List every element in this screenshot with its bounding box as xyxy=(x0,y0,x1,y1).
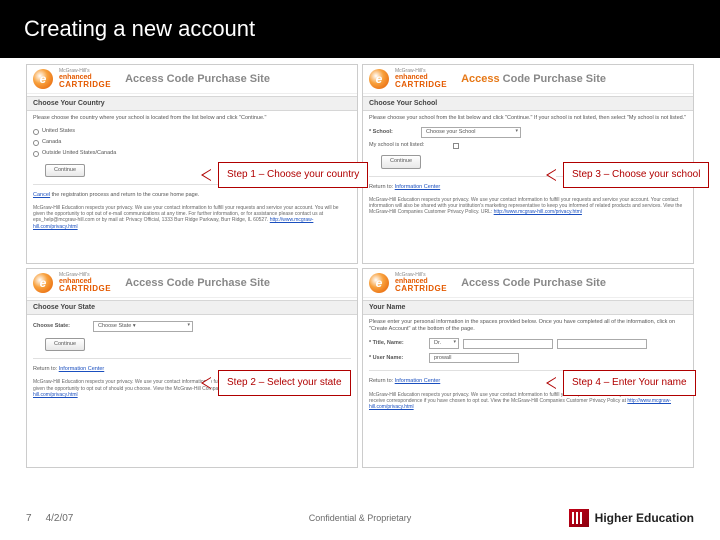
radio-ca-label: Canada xyxy=(42,139,61,146)
panel2-body: Choose State: Choose State ▾ Continue xyxy=(27,315,357,355)
panel2-section-head: Choose Your State xyxy=(27,300,357,315)
callout-step4: Step 4 – Enter Your name xyxy=(563,370,696,396)
panel1-instr: Please choose the country where your sch… xyxy=(33,115,351,122)
cartridge-logo-text: McGraw-Hill's enhanced CARTRIDGE xyxy=(395,69,447,89)
title-rest: Code Purchase Site xyxy=(500,73,606,85)
cancel-link[interactable]: Cancel xyxy=(33,192,50,198)
cartridge-logo-icon: e xyxy=(33,273,53,293)
cartridge-logo-text: McGraw-Hill's enhanced CARTRIDGE xyxy=(59,273,111,293)
title-select[interactable]: Dr. xyxy=(429,338,459,349)
radio-out-label: Outside United States/Canada xyxy=(42,150,116,157)
logo-bot: CARTRIDGE xyxy=(59,285,111,293)
radio-icon xyxy=(33,140,39,146)
return-link[interactable]: Information Center xyxy=(59,366,105,372)
school-label: * School: xyxy=(369,129,417,136)
notlisted-row: My school is not listed: xyxy=(369,140,687,151)
confidential-label: Confidential & Proprietary xyxy=(309,513,412,523)
site-title: Access Code Purchase Site xyxy=(461,73,606,85)
title-label: * Title, Name: xyxy=(369,340,425,347)
continue-button[interactable]: Continue xyxy=(45,338,85,351)
privacy-link[interactable]: http://www.mcgraw-hill.com/privacy.html xyxy=(494,209,582,215)
user-label: * User Name: xyxy=(369,355,425,362)
state-label: Choose State: xyxy=(33,323,89,330)
username-input[interactable]: prowall xyxy=(429,353,519,363)
radio-canada[interactable]: Canada xyxy=(33,137,351,148)
panel1-cancel: Cancel the registration process and retu… xyxy=(27,188,357,201)
arrow-left-icon xyxy=(546,169,556,181)
mcgraw-hill-logo-icon xyxy=(569,509,589,527)
callout-step3: Step 3 – Choose your school xyxy=(563,162,709,188)
arrow-left-icon xyxy=(201,377,211,389)
name-row: * Title, Name: Dr. xyxy=(369,336,687,351)
panel1-fine: McGraw-Hill Education respects your priv… xyxy=(27,201,357,234)
site-title: Access Code Purchase Site xyxy=(125,73,270,85)
lastname-input[interactable] xyxy=(557,339,647,349)
school-select[interactable]: Choose your School xyxy=(421,127,521,138)
page-number: 7 xyxy=(26,513,32,524)
radio-outside[interactable]: Outside United States/Canada xyxy=(33,148,351,159)
arrow-left-icon xyxy=(201,169,211,181)
footer-date: 4/2/07 xyxy=(46,513,74,524)
accent-word: Access xyxy=(461,73,500,85)
return-label: Return to: xyxy=(369,378,395,384)
panel4-body: Please enter your personal information i… xyxy=(363,315,693,367)
panel3-header: e McGraw-Hill's enhanced CARTRIDGE Acces… xyxy=(363,65,693,94)
notlisted-checkbox[interactable] xyxy=(453,143,459,149)
username-row: * User Name: prowall xyxy=(369,351,687,365)
return-label: Return to: xyxy=(369,184,395,190)
site-title: Access Code Purchase Site xyxy=(125,277,270,289)
radio-icon xyxy=(33,151,39,157)
panel1-section-head: Choose Your Country xyxy=(27,96,357,111)
slide-footer: 7 4/2/07 Confidential & Proprietary High… xyxy=(0,506,720,530)
site-title: Access Code Purchase Site xyxy=(461,277,606,289)
panels-grid: e McGraw-Hill's enhanced CARTRIDGE Acces… xyxy=(0,58,720,468)
return-link[interactable]: Information Center xyxy=(395,184,441,190)
panel-step2: e McGraw-Hill's enhanced CARTRIDGE Acces… xyxy=(26,268,358,468)
return-link[interactable]: Information Center xyxy=(395,378,441,384)
brand-text: Higher Education xyxy=(595,511,694,525)
firstname-input[interactable] xyxy=(463,339,553,349)
cartridge-logo-icon: e xyxy=(369,69,389,89)
logo-bot: CARTRIDGE xyxy=(395,81,447,89)
panel4-instr: Please enter your personal information i… xyxy=(369,319,687,333)
panel4-section-head: Your Name xyxy=(363,300,693,315)
footer-brand: Higher Education xyxy=(569,509,694,527)
cancel-rest: the registration process and return to t… xyxy=(50,192,199,198)
arrow-left-icon xyxy=(546,377,556,389)
panel2-header: e McGraw-Hill's enhanced CARTRIDGE Acces… xyxy=(27,269,357,298)
notlisted-label: My school is not listed: xyxy=(369,142,449,149)
callout-step1: Step 1 – Choose your country xyxy=(218,162,368,188)
callout-step2-text: Step 2 – Select your state xyxy=(227,377,342,388)
radio-us[interactable]: United States xyxy=(33,126,351,137)
panel4-header: e McGraw-Hill's enhanced CARTRIDGE Acces… xyxy=(363,269,693,298)
panel1-header: e McGraw-Hill's enhanced CARTRIDGE Acces… xyxy=(27,65,357,94)
cartridge-logo-text: McGraw-Hill's enhanced CARTRIDGE xyxy=(59,69,111,89)
slide-title: Creating a new account xyxy=(0,0,720,58)
state-row: Choose State: Choose State ▾ xyxy=(33,319,351,334)
panel3-instr: Please choose your school from the list … xyxy=(369,115,687,122)
cartridge-logo-icon: e xyxy=(33,69,53,89)
callout-step3-text: Step 3 – Choose your school xyxy=(572,169,700,180)
callout-step2: Step 2 – Select your state xyxy=(218,370,351,396)
logo-bot: CARTRIDGE xyxy=(395,285,447,293)
panel3-fine: McGraw-Hill Education respects your priv… xyxy=(363,193,693,220)
logo-bot: CARTRIDGE xyxy=(59,81,111,89)
cartridge-logo-icon: e xyxy=(369,273,389,293)
cartridge-logo-text: McGraw-Hill's enhanced CARTRIDGE xyxy=(395,273,447,293)
continue-button[interactable]: Continue xyxy=(381,155,421,168)
panel3-section-head: Choose Your School xyxy=(363,96,693,111)
radio-icon xyxy=(33,129,39,135)
radio-us-label: United States xyxy=(42,128,75,135)
continue-button[interactable]: Continue xyxy=(45,164,85,177)
school-row: * School: Choose your School xyxy=(369,125,687,140)
return-label: Return to: xyxy=(33,366,59,372)
panel-step4: e McGraw-Hill's enhanced CARTRIDGE Acces… xyxy=(362,268,694,468)
callout-step1-text: Step 1 – Choose your country xyxy=(227,169,359,180)
state-select[interactable]: Choose State ▾ xyxy=(93,321,193,332)
callout-step4-text: Step 4 – Enter Your name xyxy=(572,377,687,388)
